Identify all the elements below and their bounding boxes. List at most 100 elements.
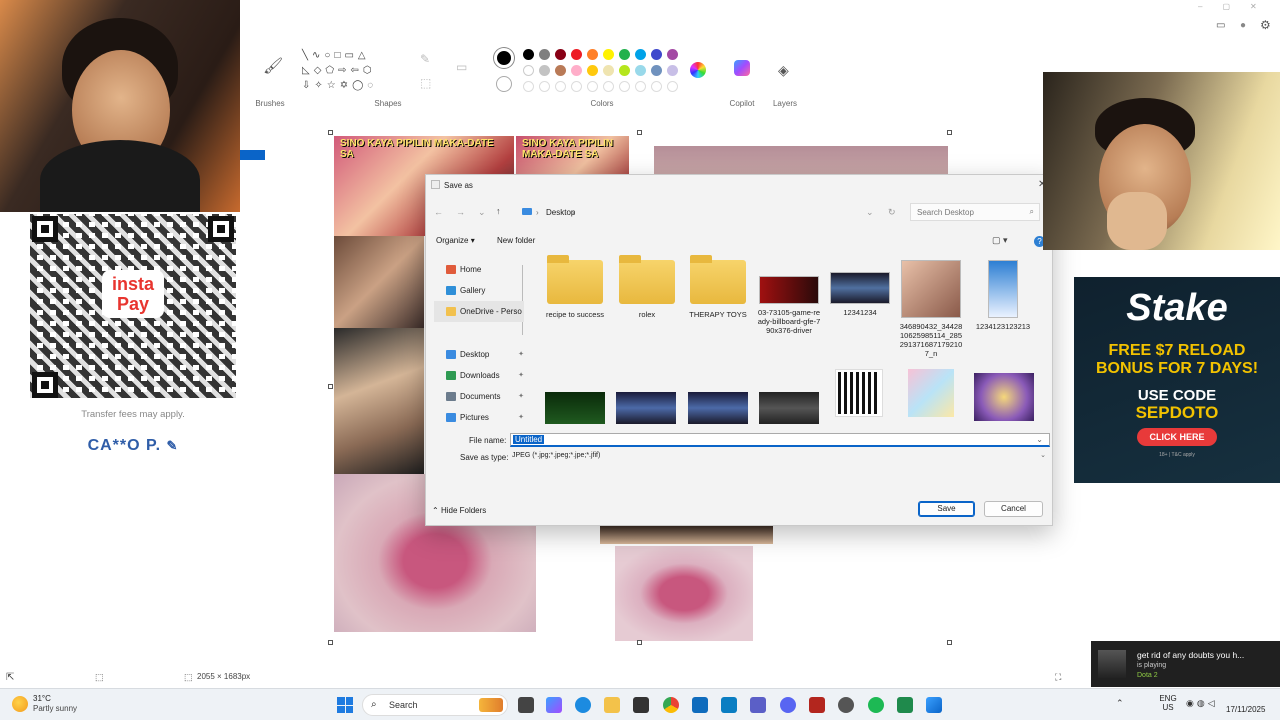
folder-item[interactable]: recipe to success — [543, 255, 607, 319]
canvas-image-lips[interactable] — [615, 546, 753, 641]
task-view-icon[interactable] — [518, 697, 534, 713]
custom-color-slot[interactable] — [571, 81, 582, 92]
paint-icon[interactable] — [926, 697, 942, 713]
tray-overflow-icon[interactable]: ⌃ — [1116, 698, 1124, 709]
color-swatch[interactable] — [571, 49, 582, 60]
account-icon[interactable]: ● — [1240, 20, 1246, 31]
discord-icon[interactable] — [780, 697, 796, 713]
file-thumbnail[interactable] — [908, 369, 954, 417]
custom-color-slot[interactable] — [651, 81, 662, 92]
save-type-select[interactable]: JPEG (*.jpg;*.jpeg;*.jpe;*.jfif) ⌄ — [510, 451, 1050, 463]
canvas-image[interactable] — [600, 526, 773, 544]
nav-item[interactable]: Documents ✦ — [434, 386, 524, 407]
color-swatch[interactable] — [651, 65, 662, 76]
recent-icon[interactable]: ⌄ — [478, 207, 486, 218]
resize-handle[interactable] — [328, 130, 333, 135]
color-swatch[interactable] — [603, 65, 614, 76]
color-swatch[interactable] — [555, 65, 566, 76]
resize-handle[interactable] — [947, 640, 952, 645]
windows-start-icon[interactable] — [337, 697, 353, 713]
app-icon[interactable] — [809, 697, 825, 713]
color-swatch[interactable] — [667, 65, 678, 76]
cancel-button[interactable]: Cancel — [984, 501, 1043, 517]
back-icon[interactable]: ← — [434, 207, 443, 217]
nav-item[interactable]: Desktop ✦ — [434, 344, 524, 365]
resize-handle[interactable] — [328, 640, 333, 645]
color-swatch[interactable] — [539, 65, 550, 76]
custom-color-slot[interactable] — [603, 81, 614, 92]
store-icon[interactable] — [633, 697, 649, 713]
shapes-gallery[interactable]: ╲∿○□▭△ ◺◇⬠⇨⇦⬡ ⇩✧☆✡◯◌ — [302, 48, 402, 94]
file-explorer-icon[interactable] — [604, 697, 620, 713]
custom-color-slot[interactable] — [667, 81, 678, 92]
file-item[interactable]: 1234123123213 — [971, 260, 1035, 331]
canvas-image[interactable] — [334, 236, 424, 328]
copilot-icon[interactable] — [734, 60, 750, 76]
custom-color-slot[interactable] — [539, 81, 550, 92]
stake-cta-button[interactable]: CLICK HERE — [1137, 428, 1217, 446]
color-swatch[interactable] — [635, 65, 646, 76]
file-item[interactable]: 346890432_3442810625985114_2852913716871… — [899, 260, 963, 358]
outlook-icon[interactable] — [692, 697, 708, 713]
save-button[interactable]: Save — [918, 501, 975, 517]
color-swatch[interactable] — [523, 65, 534, 76]
edge-icon[interactable] — [575, 697, 591, 713]
nav-item[interactable]: Pictures ✦ — [434, 407, 524, 428]
copilot-app-icon[interactable] — [546, 697, 562, 713]
language-indicator[interactable]: ENG US — [1158, 694, 1178, 712]
forward-icon[interactable]: → — [456, 207, 465, 217]
notepad-icon[interactable] — [897, 697, 913, 713]
canvas-image[interactable] — [654, 146, 948, 176]
file-thumbnail[interactable] — [616, 392, 676, 424]
custom-color-slot[interactable] — [587, 81, 598, 92]
layers-icon[interactable]: ◈ — [778, 62, 789, 79]
file-item[interactable]: 12341234 — [828, 260, 892, 317]
stake-ad[interactable]: Stake FREE $7 RELOAD BONUS FOR 7 DAYS! U… — [1074, 277, 1280, 483]
search-input[interactable]: Search Desktop ⌕ — [910, 203, 1040, 221]
secondary-color[interactable] — [496, 76, 512, 92]
file-item[interactable]: 03-73105-game-ready-billboard-gfe-790x37… — [757, 260, 821, 335]
folder-item[interactable]: rolex — [615, 255, 679, 319]
tray-icons[interactable]: ◉◍◁ — [1186, 698, 1218, 709]
refresh-icon[interactable]: ↻ — [888, 207, 896, 218]
color-swatch[interactable] — [523, 49, 534, 60]
size-icon[interactable]: ▭ — [456, 60, 467, 74]
custom-color-slot[interactable] — [635, 81, 646, 92]
color-swatch[interactable] — [603, 49, 614, 60]
color-swatch[interactable] — [555, 49, 566, 60]
color-swatch[interactable] — [619, 49, 630, 60]
address-dropdown-icon[interactable]: ⌄ — [866, 207, 874, 218]
color-swatch[interactable] — [651, 49, 662, 60]
app-icon[interactable] — [838, 697, 854, 713]
hide-folders-toggle[interactable]: ⌃ Hide Folders — [432, 506, 486, 515]
brush-icon[interactable]: 🖌 — [263, 56, 283, 76]
resize-handle[interactable] — [947, 130, 952, 135]
file-thumbnail-qr[interactable] — [835, 369, 883, 417]
up-icon[interactable]: ↑ — [496, 206, 501, 216]
color-swatch[interactable] — [619, 65, 630, 76]
date[interactable]: 17/11/2025 — [1226, 705, 1265, 714]
file-thumbnail[interactable] — [974, 373, 1034, 421]
custom-color-slot[interactable] — [523, 81, 534, 92]
color-swatch[interactable] — [635, 49, 646, 60]
primary-color[interactable] — [494, 48, 514, 68]
weather-temp[interactable]: 31°C — [33, 694, 51, 703]
view-options-icon[interactable]: ▢ ▾ — [992, 235, 1008, 246]
color-swatch[interactable] — [667, 49, 678, 60]
teams-icon[interactable] — [750, 697, 766, 713]
spotify-icon[interactable] — [868, 697, 884, 713]
nav-item[interactable]: Home — [434, 259, 524, 280]
organize-menu[interactable]: Organize ▾ — [436, 236, 475, 245]
file-thumbnail[interactable] — [688, 392, 748, 424]
window-controls[interactable]: –▢✕ — [1198, 2, 1277, 11]
color-swatch[interactable] — [571, 65, 582, 76]
color-swatch[interactable] — [587, 49, 598, 60]
color-picker-icon[interactable] — [690, 62, 706, 78]
nav-item[interactable]: Downloads ✦ — [434, 365, 524, 386]
app-icon[interactable] — [721, 697, 737, 713]
chrome-icon[interactable] — [663, 697, 679, 713]
color-swatch[interactable] — [587, 65, 598, 76]
steam-notification[interactable]: get rid of any doubts you h... is playin… — [1091, 641, 1280, 687]
outline-icon[interactable]: ✎ — [420, 52, 430, 66]
new-folder-button[interactable]: New folder — [497, 236, 535, 245]
